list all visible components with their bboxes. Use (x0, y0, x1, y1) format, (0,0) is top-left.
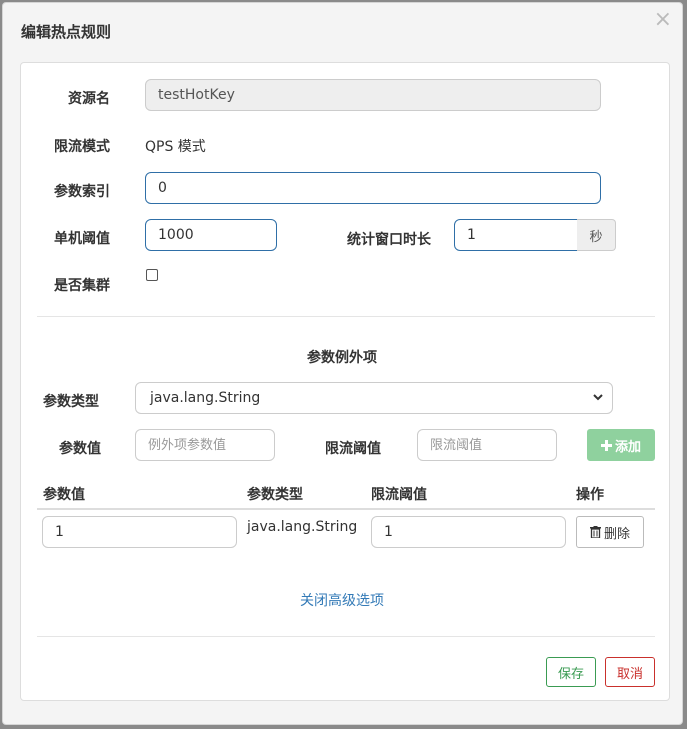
exception-param-value-input[interactable] (135, 429, 275, 461)
param-value-label: 参数值 (59, 441, 101, 457)
param-type-label: 参数类型 (43, 394, 99, 410)
footer-divider (37, 636, 655, 637)
close-icon[interactable]: × (654, 9, 672, 31)
limit-threshold-label: 限流阈值 (325, 441, 381, 457)
chevron-down-icon (593, 394, 603, 401)
row-param-type: java.lang.String (247, 519, 358, 535)
param-type-select[interactable]: java.lang.String (135, 382, 613, 414)
close-advanced-options-link[interactable]: 关闭高级选项 (300, 590, 384, 610)
col-header-limit: 限流阈值 (371, 487, 427, 503)
cluster-checkbox[interactable] (146, 269, 158, 281)
save-button[interactable]: 保存 (546, 657, 596, 687)
col-header-param-value: 参数值 (43, 487, 85, 503)
single-threshold-label: 单机阈值 (54, 231, 110, 247)
limit-mode-value: QPS 模式 (145, 139, 206, 155)
dialog-title: 编辑热点规则 (21, 23, 112, 41)
limit-mode-label: 限流模式 (54, 139, 110, 155)
exception-limit-input[interactable] (417, 429, 557, 461)
cancel-button[interactable]: 取消 (605, 657, 655, 687)
plus-icon (600, 439, 612, 451)
param-index-input[interactable] (145, 172, 601, 204)
delete-row-button[interactable]: 删除 (576, 516, 644, 548)
add-exception-button[interactable]: 添加 (587, 429, 655, 461)
trash-icon (589, 526, 601, 538)
param-type-selected: java.lang.String (150, 390, 261, 406)
edit-hotspot-rule-dialog: 编辑热点规则 × 资源名 限流模式 QPS 模式 参数索引 单机阈值 统计窗口时… (2, 2, 683, 725)
add-button-label: 添加 (614, 439, 641, 455)
resource-name-label: 资源名 (68, 91, 110, 107)
cluster-label: 是否集群 (54, 278, 110, 294)
delete-button-label: 删除 (603, 526, 630, 542)
rule-form-panel: 资源名 限流模式 QPS 模式 参数索引 单机阈值 统计窗口时长 秒 是否集群 … (20, 62, 670, 701)
col-header-action: 操作 (576, 487, 604, 503)
single-threshold-input[interactable] (145, 219, 277, 251)
seconds-unit-addon: 秒 (577, 219, 616, 251)
stat-window-input[interactable] (454, 219, 578, 251)
row-limit-input[interactable] (371, 516, 566, 548)
table-header-divider (37, 508, 655, 510)
param-index-label: 参数索引 (54, 184, 110, 200)
resource-name-input (145, 79, 601, 111)
divider (37, 316, 655, 317)
row-param-value-input[interactable] (42, 516, 237, 548)
exceptions-section-title: 参数例外项 (307, 350, 377, 366)
col-header-param-type: 参数类型 (247, 487, 303, 503)
stat-window-label: 统计窗口时长 (347, 232, 431, 248)
